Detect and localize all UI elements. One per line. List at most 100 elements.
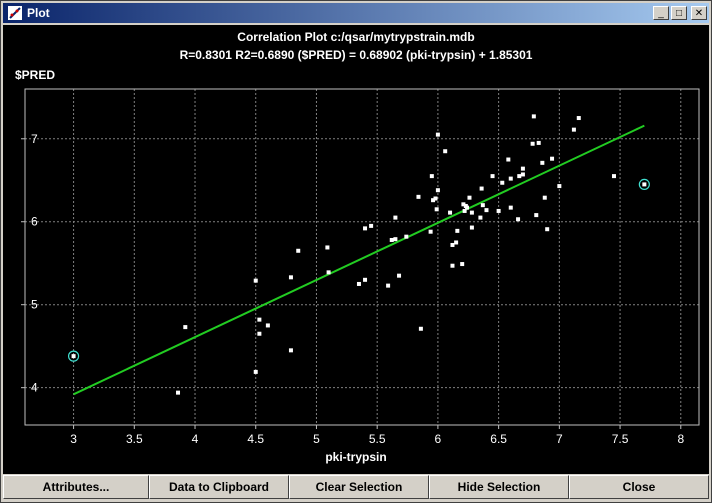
title-bar[interactable]: Plot _ □ ✕ [3,3,709,23]
x-tick-label: 4 [192,432,199,446]
x-tick-label: 8 [677,432,684,446]
data-point [443,149,448,154]
close-icon: ✕ [694,8,704,19]
data-point [448,210,453,215]
data-point [326,270,331,275]
x-tick-label: 6 [435,432,442,446]
data-point [418,326,423,331]
data-point [288,275,293,280]
data-point [435,132,440,137]
data-point [484,208,489,213]
data-point [356,281,361,286]
data-point [536,140,541,145]
data-point [429,174,434,179]
data-point [435,188,440,193]
x-tick-label: 3.5 [126,432,143,446]
data-point [389,237,394,242]
data-point [288,348,293,353]
correlation-chart[interactable]: Correlation Plot c:/qsar/mytrypstrain.md… [3,25,709,474]
chart-title: Correlation Plot c:/qsar/mytrypstrain.md… [237,30,474,44]
fit-line-group [73,124,645,396]
y-tick-label: 7 [31,132,38,146]
data-point [369,223,374,228]
data-point [576,116,581,121]
clear-selection-button[interactable]: Clear Selection [289,475,429,499]
data-point [433,196,438,201]
x-tick-label: 7.5 [612,432,629,446]
y-tick-label: 5 [31,298,38,312]
data-point [496,208,501,213]
data-point [530,141,535,146]
data-point [296,248,301,253]
minimize-button[interactable]: _ [653,6,669,20]
data-point [397,273,402,278]
window-title: Plot [27,6,50,20]
data-point [363,277,368,282]
data-point [506,157,511,162]
y-tick-label: 4 [31,381,38,395]
data-point [478,215,483,220]
x-tick-label: 7 [556,432,563,446]
data-point [534,213,539,218]
data-point [550,156,555,161]
grid [25,89,699,425]
data-point [265,323,270,328]
data-point [469,210,474,215]
data-point [393,237,398,242]
app-icon [8,6,22,20]
minimize-icon: _ [658,8,664,19]
attributes-button[interactable]: Attributes... [3,475,149,499]
close-window-button[interactable]: ✕ [691,6,707,20]
fit-line [73,124,645,396]
x-ticks: 3 3.5 4 4.5 5 5.5 6 6.5 7 7.5 8 [70,425,684,446]
data-point [469,225,474,230]
selected-point [71,354,76,359]
x-tick-label: 5.5 [369,432,386,446]
data-point [542,195,547,200]
data-point [479,186,484,191]
close-button[interactable]: Close [569,475,709,499]
y-axis-label: $PRED [15,68,55,82]
data-points [176,114,616,395]
x-tick-label: 3 [70,432,77,446]
data-point [454,240,459,245]
data-point [257,331,262,336]
data-point [516,217,521,222]
data-point [531,114,536,119]
data-point [386,283,391,288]
button-bar: Attributes... Data to Clipboard Clear Se… [3,475,709,499]
hide-selection-button[interactable]: Hide Selection [429,475,569,499]
x-axis-label: pki-trypsin [325,450,386,464]
data-point [183,325,188,330]
maximize-button[interactable]: □ [671,6,687,20]
data-point [450,242,455,247]
selected-points [67,178,650,362]
data-point [508,176,513,181]
x-tick-label: 6.5 [490,432,507,446]
data-point [571,127,576,132]
data-point [434,207,439,212]
chart-subtitle: R=0.8301 R2=0.6890 ($PRED) = 0.68902 (pk… [180,48,533,62]
data-point [428,229,433,234]
plot-frame [24,88,700,426]
y-tick-label: 6 [31,215,38,229]
maximize-icon: □ [675,8,683,19]
data-point [404,234,409,239]
x-tick-label: 4.5 [247,432,264,446]
data-point [557,184,562,189]
data-to-clipboard-button[interactable]: Data to Clipboard [149,475,289,499]
data-point [176,390,181,395]
y-ticks: 4 5 6 7 [21,132,38,395]
x-tick-label: 5 [313,432,320,446]
plot-window: Plot _ □ ✕ Correlation Plot c:/qsar/mytr… [0,0,712,503]
data-point [393,215,398,220]
data-point [520,166,525,171]
data-point [455,228,460,233]
data-point [253,278,258,283]
selected-point [642,182,647,187]
plot-area[interactable]: Correlation Plot c:/qsar/mytrypstrain.md… [3,25,709,474]
data-point [257,317,262,322]
data-point [325,245,330,250]
data-point [416,194,421,199]
data-point [465,205,470,210]
